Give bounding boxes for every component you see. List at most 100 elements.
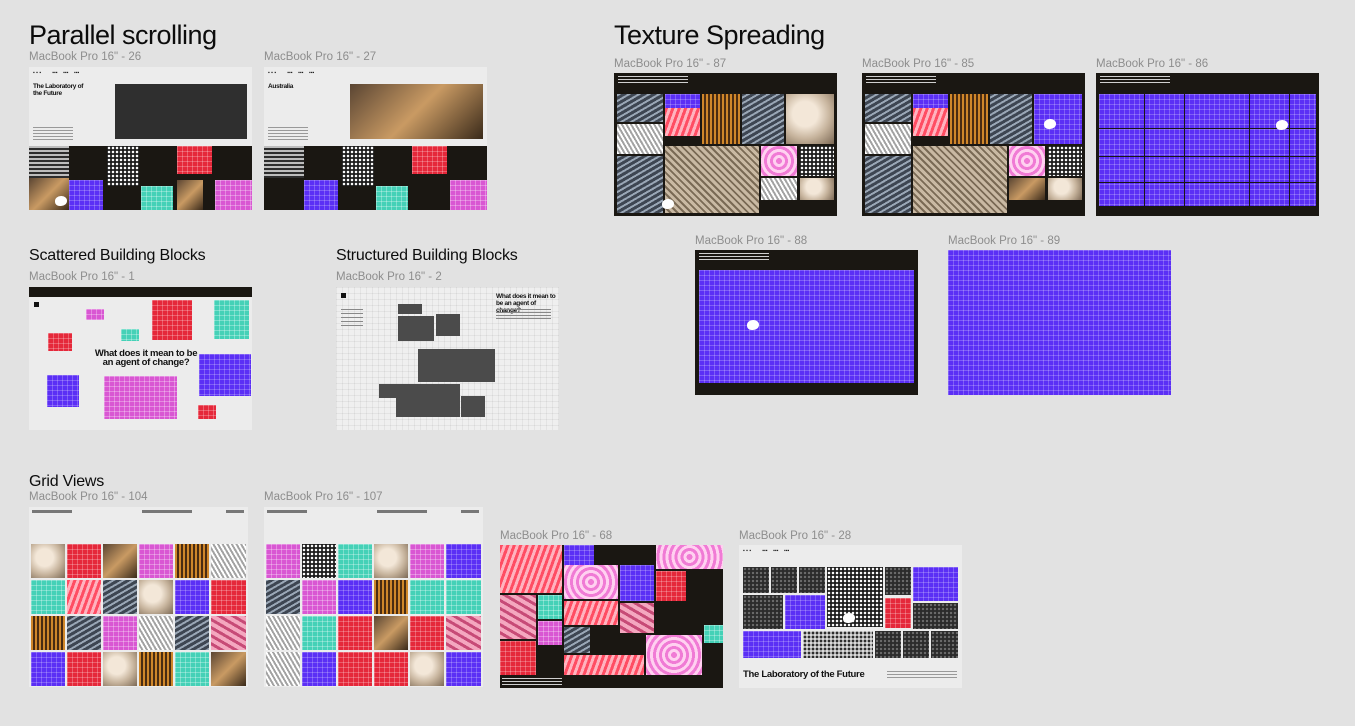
frame-104-tile-r3c6 (211, 616, 246, 650)
frame-label-2[interactable]: MacBook Pro 16" - 2 (336, 271, 442, 283)
frame-104-tile-r4c5 (175, 652, 209, 686)
frame-85-intro-text (866, 76, 936, 84)
frame-104-tile-r4c3 (103, 652, 137, 686)
frame-104-tile-r3c1 (31, 616, 65, 650)
frame-label-28[interactable]: MacBook Pro 16" - 28 (739, 530, 851, 542)
frame-26-heading-line-1: The Laboratory of (33, 83, 84, 90)
frame-104-tile-r2c5 (175, 580, 209, 614)
frame-1[interactable]: What does it mean to be an agent of chan… (29, 287, 252, 430)
frame-28-tile-13 (875, 631, 901, 658)
frame-104-tile-r4c6 (211, 652, 246, 686)
frame-28-tile-5 (885, 567, 911, 595)
frame-28-heading: The Laboratory of the Future (743, 669, 865, 680)
frame-26-tile-5 (141, 186, 173, 210)
frame-label-85[interactable]: MacBook Pro 16" - 85 (862, 58, 974, 70)
frame-68-tile-2 (564, 545, 594, 565)
frame-85-tile-3 (913, 108, 948, 136)
frame-107-tile-r4c5 (410, 652, 444, 686)
frame-104[interactable] (29, 507, 248, 687)
frame-104-tile-r1c6 (211, 544, 246, 578)
frame-27-tile-2 (304, 180, 338, 210)
frame-85[interactable] (862, 73, 1085, 216)
frame-28-nav: ▪ ▪ ▪ ▪▪▪ ▪▪▪ ▪▪▪ (743, 548, 790, 554)
frame-68-tile-16 (564, 655, 644, 675)
frame-85-tile-6 (1034, 94, 1082, 144)
frame-27[interactable]: ▪ ▪ ▪ ▪▪▪ ▪▪▪ ▪▪▪ Australia (264, 67, 487, 210)
frame-1-block-2 (152, 300, 192, 340)
frame-68-tile-12 (620, 603, 654, 633)
frame-1-block-5 (48, 333, 72, 351)
frame-27-card-strip (264, 146, 487, 210)
frame-104-tile-r2c3 (103, 580, 137, 614)
frame-26-heading: The Laboratory of the Future (33, 83, 83, 97)
frame-85-tile-7 (865, 124, 911, 154)
section-title-structured-building-blocks: Structured Building Blocks (336, 247, 518, 264)
frame-87[interactable] (614, 73, 837, 216)
frame-28-tile-7 (743, 595, 783, 629)
logo-icon (662, 199, 674, 209)
frame-107-tile-r2c6 (446, 580, 481, 614)
frame-26-heading-line-2: the Future (33, 90, 62, 97)
frame-68-tile-7 (500, 595, 536, 639)
frame-label-27[interactable]: MacBook Pro 16" - 27 (264, 51, 376, 63)
frame-1-block-1 (86, 309, 104, 320)
frame-label-86[interactable]: MacBook Pro 16" - 86 (1096, 58, 1208, 70)
frame-107-tile-r1c1 (266, 544, 300, 578)
frame-2-block-4 (418, 349, 495, 382)
frame-104-tile-r2c4 (139, 580, 173, 614)
frame-28-tile-3 (799, 567, 825, 593)
frame-87-intro-text (618, 76, 688, 84)
frame-107-tile-r3c4 (374, 616, 408, 650)
frame-85-tile-11 (1048, 146, 1082, 176)
frame-89[interactable] (948, 250, 1171, 395)
frame-107[interactable] (264, 507, 483, 687)
frame-104-tile-r3c2 (67, 616, 101, 650)
frame-87-tile-12 (761, 178, 797, 200)
frame-104-nav-right (226, 510, 244, 513)
frame-1-logo-mark (34, 302, 39, 307)
frame-1-block-3 (214, 300, 249, 339)
frame-2-body-text (496, 309, 551, 319)
frame-104-tile-r2c2 (67, 580, 101, 614)
frame-87-tile-9 (665, 146, 759, 213)
frame-1-top-bar (29, 287, 252, 297)
frame-86[interactable] (1096, 73, 1319, 216)
frame-label-68[interactable]: MacBook Pro 16" - 68 (500, 530, 612, 542)
frame-104-tile-r1c4 (139, 544, 173, 578)
frame-88-intro-text (699, 253, 769, 261)
frame-68-tile-3 (564, 565, 618, 599)
frame-87-tile-5 (742, 94, 784, 144)
frame-27-tile-3 (342, 146, 374, 186)
frame-label-104[interactable]: MacBook Pro 16" - 104 (29, 491, 148, 503)
frame-28-tile-1 (743, 567, 769, 593)
frame-label-88[interactable]: MacBook Pro 16" - 88 (695, 235, 807, 247)
frame-27-body-text (268, 127, 308, 141)
frame-68[interactable] (500, 545, 723, 688)
frame-label-1[interactable]: MacBook Pro 16" - 1 (29, 271, 135, 283)
frame-107-tile-r3c6 (446, 616, 481, 650)
section-title-grid-views: Grid Views (29, 473, 105, 490)
frame-26[interactable]: ▪ ▪ ▪ ▪▪▪ ▪▪▪ ▪▪▪ The Laboratory of the … (29, 67, 252, 210)
frame-label-87[interactable]: MacBook Pro 16" - 87 (614, 58, 726, 70)
frame-28-tile-12 (803, 631, 873, 658)
frame-104-tile-r3c5 (175, 616, 209, 650)
frame-107-tile-r2c3 (338, 580, 372, 614)
frame-2[interactable]: What does it mean to be an agent of chan… (336, 287, 559, 430)
frame-27-tile-1 (264, 146, 304, 178)
frame-28-tile-14 (903, 631, 929, 658)
frame-26-tile-4 (107, 146, 139, 186)
frame-27-tile-6 (450, 180, 487, 210)
section-title-texture-spreading: Texture Spreading (614, 20, 825, 50)
frame-107-tile-r2c2 (302, 580, 336, 614)
frame-2-block-2 (398, 316, 434, 341)
frame-88[interactable] (695, 250, 918, 395)
frame-label-107[interactable]: MacBook Pro 16" - 107 (264, 491, 383, 503)
frame-28[interactable]: ▪ ▪ ▪ ▪▪▪ ▪▪▪ ▪▪▪ The Laboratory of the … (739, 545, 962, 688)
frame-107-tile-r1c5 (410, 544, 444, 578)
frame-label-26[interactable]: MacBook Pro 16" - 26 (29, 51, 141, 63)
frame-label-89[interactable]: MacBook Pro 16" - 89 (948, 235, 1060, 247)
frame-104-tile-r1c3 (103, 544, 137, 578)
frame-107-tile-r2c5 (410, 580, 444, 614)
frame-27-heading: Australia (268, 83, 294, 90)
frame-107-nav-tabs (377, 510, 427, 513)
